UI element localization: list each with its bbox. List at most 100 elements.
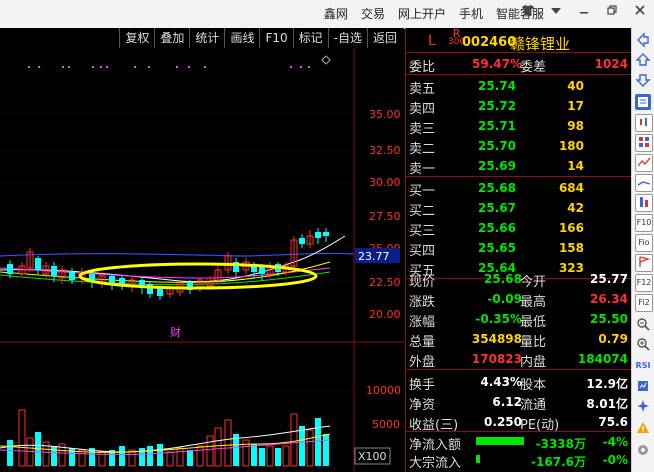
order-label: 买四 [409,244,436,259]
settings-icon[interactable] [548,4,564,20]
order-volume: 98 [567,119,584,133]
indicator-icon[interactable] [635,378,651,394]
draw-line-button[interactable]: 画线 [224,28,259,48]
f10-icon[interactable]: F10 [635,214,653,232]
sell-4-row[interactable]: 卖四 25.72 17 [406,96,632,117]
sell-2-row[interactable]: 卖二 25.70 180 [406,136,632,157]
quote-list-icon[interactable] [635,94,651,110]
quote-panel: L R 300 002460 赣锋锂业 委比 59.47% 委差 1024 卖五… [405,28,632,472]
order-label: 卖一 [409,162,436,177]
grid-icon[interactable] [635,134,653,152]
stat-row-change: 涨跌 -0.09 最高 26.34 [406,289,632,310]
buy-4-row[interactable]: 买四 25.65 158 [406,238,632,259]
settings-icon[interactable] [635,442,651,458]
stock-name: 赣锋锂业 [510,35,571,53]
right-toolbar: F10 Fio F12 Fi2 RSI [631,28,654,472]
flag-icon[interactable] [635,254,653,272]
price-tick: 30.00 [369,176,401,189]
minimize-icon[interactable] [576,4,592,20]
order-volume: 684 [558,181,584,195]
up-arrow-icon[interactable] [635,52,651,68]
current-price-value: 23.77 [358,250,390,263]
order-volume: 180 [558,139,584,153]
f12-icon[interactable]: F12 [635,274,653,292]
market-letter: L [428,33,436,49]
statistics-button[interactable]: 统计 [189,28,224,48]
stat-value: 25.77 [590,272,628,286]
left-arrow-icon[interactable] [635,32,651,48]
financial-marker[interactable]: 财 [170,325,181,339]
flow-pct: -0% [602,453,628,467]
fuquan-button[interactable]: 复权 [119,28,154,48]
down-arrow-icon[interactable] [635,72,651,88]
price-tick: 20.00 [369,308,401,321]
order-volume: 158 [558,241,584,255]
back-button[interactable]: 返回 [366,28,402,48]
stat-label: 净资 [409,398,436,413]
menu-online-account[interactable]: 网上开户 [398,5,446,22]
stat-label: 换手 [409,378,436,393]
mark-button[interactable]: 标记 [292,28,328,48]
buy-2-row[interactable]: 买二 25.67 42 [406,198,632,219]
compass-icon[interactable] [635,398,651,414]
top-menu: 鑫网 交易 网上开户 手机 智能客服 [324,5,544,22]
buy-3-row[interactable]: 买三 25.66 166 [406,218,632,239]
menu-trade[interactable]: 交易 [361,5,385,22]
fio-icon[interactable]: Fio [635,234,653,252]
weicha-value: 1024 [594,57,628,71]
order-label: 卖二 [409,142,436,157]
menu-xinwang[interactable]: 鑫网 [324,5,348,22]
sell-5-row[interactable]: 卖五 25.74 40 [406,76,632,97]
restore-icon[interactable] [604,4,620,20]
shirt-icon[interactable] [520,4,536,20]
overlay-button[interactable]: 叠加 [154,28,189,48]
stat-label: 最高 [520,295,547,310]
sell-3-row[interactable]: 卖三 25.71 98 [406,116,632,137]
weicha-label: 委差 [520,60,547,75]
stat-value: 25.50 [590,312,628,326]
block-inflow-row: 大宗流入 -167.6万 -0% [406,450,632,471]
order-price: 25.69 [478,159,516,173]
rsi-icon[interactable]: RSI [635,358,651,374]
stat-label: 涨跌 [409,295,436,310]
stat-row-eps: 收益(三) 0.250 PE(动) 75.6 [406,412,632,433]
stat-value: 184074 [577,352,628,366]
stat-value: 0.250 [484,415,522,429]
order-price: 25.66 [478,221,516,235]
kline-icon[interactable] [635,114,653,132]
stat-label: 外盘 [409,355,436,370]
menu-mobile[interactable]: 手机 [459,5,483,22]
price-tick: 27.50 [369,210,401,223]
weibi-row: 委比 59.47% 委差 1024 [406,54,632,75]
zoom-out-icon[interactable] [635,316,651,332]
kline-chart[interactable]: 35.00 32.50 30.00 27.50 25.00 22.50 20.0… [0,48,404,472]
order-price: 25.70 [478,139,516,153]
line-chart-icon[interactable] [635,154,653,172]
order-price: 25.74 [478,79,516,93]
stat-label: 股本 [520,378,547,393]
stock-icon[interactable] [635,194,653,212]
close-icon[interactable] [632,4,648,20]
weibi-label: 委比 [409,60,436,75]
order-label: 卖四 [409,102,436,117]
zoom-in-icon[interactable] [635,336,651,352]
order-volume: 17 [567,99,584,113]
trend-icon[interactable] [635,174,653,192]
price-tick: 22.50 [369,276,401,289]
stat-label: 今开 [520,275,547,290]
stat-label: 涨幅 [409,315,436,330]
warning-icon[interactable] [635,420,651,436]
buy-1-row[interactable]: 买一 25.68 684 [406,178,632,199]
order-volume: 40 [567,79,584,93]
order-price: 25.71 [478,119,516,133]
window-controls [520,4,648,20]
sell-1-row[interactable]: 卖一 25.69 14 [406,156,632,177]
stat-row-outer: 外盘 170823 内盘 184074 [406,349,632,370]
remove-watchlist-button[interactable]: -自选 [327,28,367,48]
f10-button[interactable]: F10 [259,28,292,48]
stat-row-price: 现价 25.68 今开 25.77 [406,269,632,290]
order-label: 买一 [409,184,436,199]
stat-label: 现价 [409,275,436,290]
fio2-icon[interactable]: Fi2 [635,294,653,312]
stock-header: L R 300 002460 赣锋锂业 [406,28,632,53]
